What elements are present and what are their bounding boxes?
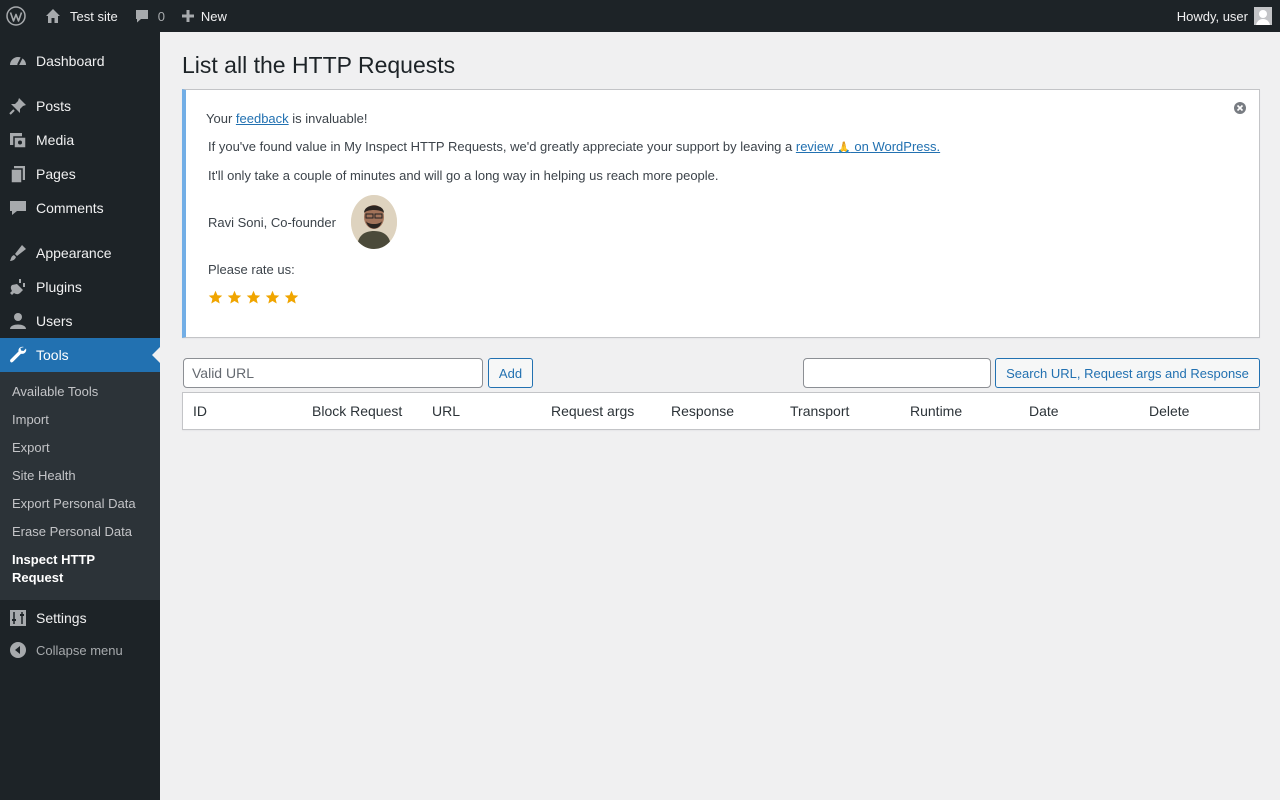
notice-line-review: If you've found value in My Inspect HTTP…: [208, 139, 940, 154]
requests-table: ID Block Request URL Request args Respon…: [182, 392, 1260, 430]
pin-icon: [9, 98, 26, 115]
submenu-item-export-personal-data[interactable]: Export Personal Data: [12, 495, 136, 513]
star-icon-5[interactable]: [284, 290, 299, 305]
sliders-icon: [10, 610, 26, 626]
review-link-text: on WordPress.: [850, 139, 941, 154]
tools-submenu: Available Tools Import Export Site Healt…: [0, 372, 160, 600]
feedback-link[interactable]: feedback: [236, 111, 289, 126]
sidebar-item-label: Appearance: [36, 245, 112, 261]
star-icon-3[interactable]: [246, 290, 261, 305]
sidebar-item-plugins[interactable]: Plugins: [0, 270, 160, 304]
submenu-item-erase-personal-data[interactable]: Erase Personal Data: [12, 523, 132, 541]
review-link[interactable]: review 🙏 on WordPress.: [796, 139, 940, 154]
comment-icon: [10, 201, 26, 215]
plug-icon: [10, 279, 25, 295]
star-icon-2[interactable]: [227, 290, 242, 305]
column-header-response[interactable]: Response: [671, 403, 734, 419]
column-header-block-request[interactable]: Block Request: [312, 403, 402, 419]
sidebar-item-label: Settings: [36, 610, 87, 626]
column-header-date[interactable]: Date: [1029, 403, 1059, 419]
sidebar-item-comments[interactable]: Comments: [0, 191, 160, 225]
submenu-item-import[interactable]: Import: [12, 411, 49, 429]
plus-icon: [181, 10, 194, 22]
sidebar-item-media[interactable]: Media: [0, 123, 160, 157]
sidebar-item-label: Posts: [36, 98, 72, 114]
collapse-menu-label: Collapse menu: [36, 642, 123, 658]
star-icon-4[interactable]: [265, 290, 280, 305]
comments-link[interactable]: 0: [126, 0, 173, 32]
column-header-url[interactable]: URL: [432, 403, 460, 419]
media-icon: [10, 133, 27, 149]
admin-bar: Test site 0 New Howdy, user: [0, 0, 1280, 32]
sidebar-item-label: Dashboard: [36, 53, 105, 69]
sidebar-item-pages[interactable]: Pages: [0, 157, 160, 191]
search-button[interactable]: Search URL, Request args and Response: [995, 358, 1260, 388]
column-header-request-args[interactable]: Request args: [551, 403, 634, 419]
howdy-text: Howdy, user: [1176, 8, 1248, 24]
cofounder-avatar: [351, 195, 397, 249]
url-input[interactable]: [183, 358, 483, 388]
sidebar-item-label: Media: [36, 132, 75, 148]
search-input[interactable]: [803, 358, 991, 388]
rate-label: Please rate us:: [208, 262, 295, 277]
column-header-transport[interactable]: Transport: [790, 403, 849, 419]
add-button[interactable]: Add: [488, 358, 533, 388]
sidebar-item-label: Plugins: [36, 279, 82, 295]
notice-line-feedback: Your feedback is invaluable!: [206, 111, 367, 126]
column-header-delete[interactable]: Delete: [1149, 403, 1189, 419]
wordpress-icon: [6, 6, 26, 26]
notice-text: Your: [206, 111, 236, 126]
notice-text: is invaluable!: [288, 111, 368, 126]
rating-stars: [208, 290, 299, 305]
cofounder-photo: [351, 195, 397, 249]
comments-count: 0: [157, 8, 165, 24]
my-account[interactable]: Howdy, user: [1177, 0, 1280, 32]
sidebar-item-settings[interactable]: Settings: [0, 601, 160, 635]
feedback-notice: Your feedback is invaluable! If you've f…: [182, 89, 1260, 338]
wordpress-logo[interactable]: [0, 0, 36, 32]
review-link-text: review: [795, 139, 838, 154]
submenu-item-site-health[interactable]: Site Health: [12, 467, 76, 485]
wrench-icon: [10, 346, 27, 363]
submenu-item-inspect-http-request[interactable]: Inspect HTTP Request: [12, 551, 142, 587]
collapse-menu-button[interactable]: Collapse menu: [0, 633, 160, 667]
notice-text: If you've found value in My Inspect HTTP…: [208, 139, 796, 154]
sidebar-item-users[interactable]: Users: [0, 304, 160, 338]
sidebar-item-tools[interactable]: Tools: [0, 338, 160, 372]
submenu-item-available-tools[interactable]: Available Tools: [12, 383, 98, 401]
star-icon-1[interactable]: [208, 290, 223, 305]
admin-sidebar: Dashboard Posts Media Pages Comments App…: [0, 32, 160, 800]
comment-bubble-icon: [135, 10, 148, 23]
user-icon: [10, 313, 26, 329]
sidebar-item-posts[interactable]: Posts: [0, 89, 160, 123]
pray-emoji: 🙏: [837, 142, 851, 154]
main-content: List all the HTTP Requests Your feedback…: [160, 32, 1280, 800]
sidebar-item-dashboard[interactable]: Dashboard: [0, 44, 160, 78]
sidebar-item-label: Pages: [36, 166, 76, 182]
column-header-id[interactable]: ID: [193, 403, 207, 419]
brush-icon: [10, 245, 26, 261]
sidebar-item-appearance[interactable]: Appearance: [0, 236, 160, 270]
new-content-link[interactable]: New: [173, 0, 235, 32]
page-title: List all the HTTP Requests: [182, 52, 456, 78]
sidebar-item-label: Users: [36, 313, 73, 329]
sidebar-item-label: Comments: [36, 200, 104, 216]
submenu-item-export[interactable]: Export: [12, 439, 50, 457]
pages-icon: [10, 166, 25, 184]
new-label: New: [200, 8, 227, 24]
column-header-runtime[interactable]: Runtime: [910, 403, 962, 419]
notice-line-time: It'll only take a couple of minutes and …: [208, 168, 719, 183]
collapse-arrow-icon: [10, 642, 26, 658]
home-icon: [46, 9, 60, 23]
dismiss-notice-icon[interactable]: [1233, 101, 1247, 115]
site-name: Test site: [70, 8, 118, 24]
notice-signature: Ravi Soni, Co-founder: [208, 215, 336, 230]
dashboard-icon: [10, 56, 26, 66]
user-avatar-icon: [1254, 7, 1272, 25]
site-name-link[interactable]: Test site: [36, 0, 126, 32]
sidebar-item-label: Tools: [36, 347, 69, 363]
